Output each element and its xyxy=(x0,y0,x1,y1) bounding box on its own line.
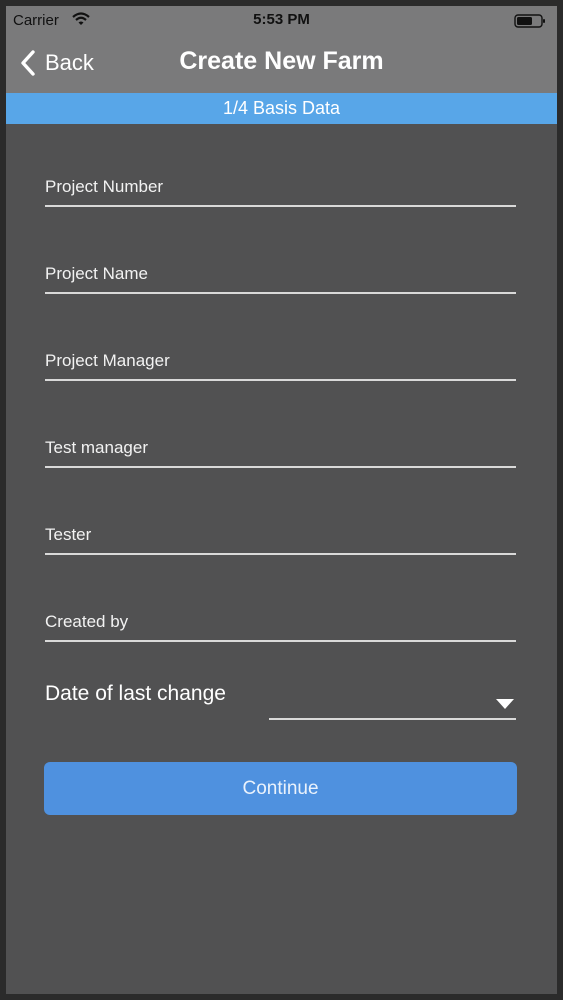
continue-button[interactable]: Continue xyxy=(44,762,517,815)
project-manager-field xyxy=(45,333,516,381)
battery-icon xyxy=(514,14,545,28)
date-of-last-change-select[interactable] xyxy=(269,682,516,720)
page-title: Create New Farm xyxy=(179,47,384,75)
created-by-field xyxy=(45,594,516,642)
date-of-last-change-label: Date of last change xyxy=(45,682,226,705)
test-manager-input[interactable] xyxy=(45,438,516,458)
test-manager-field xyxy=(45,420,516,468)
tester-input[interactable] xyxy=(45,525,516,545)
project-number-input[interactable] xyxy=(45,177,516,197)
app-screen: Carrier 5:53 PM Back Create New Farm 1/4… xyxy=(6,6,557,994)
step-indicator: 1/4 Basis Data xyxy=(6,93,557,124)
project-name-field xyxy=(45,246,516,294)
status-time: 5:53 PM xyxy=(253,11,310,28)
dropdown-arrow-icon xyxy=(496,699,514,709)
tester-field xyxy=(45,507,516,555)
project-number-field xyxy=(45,159,516,207)
created-by-input[interactable] xyxy=(45,612,516,632)
device-frame: Carrier 5:53 PM Back Create New Farm 1/4… xyxy=(0,0,563,1000)
project-manager-input[interactable] xyxy=(45,351,516,371)
project-name-input[interactable] xyxy=(45,264,516,284)
navigation-bar: Carrier 5:53 PM Back Create New Farm xyxy=(6,6,557,93)
